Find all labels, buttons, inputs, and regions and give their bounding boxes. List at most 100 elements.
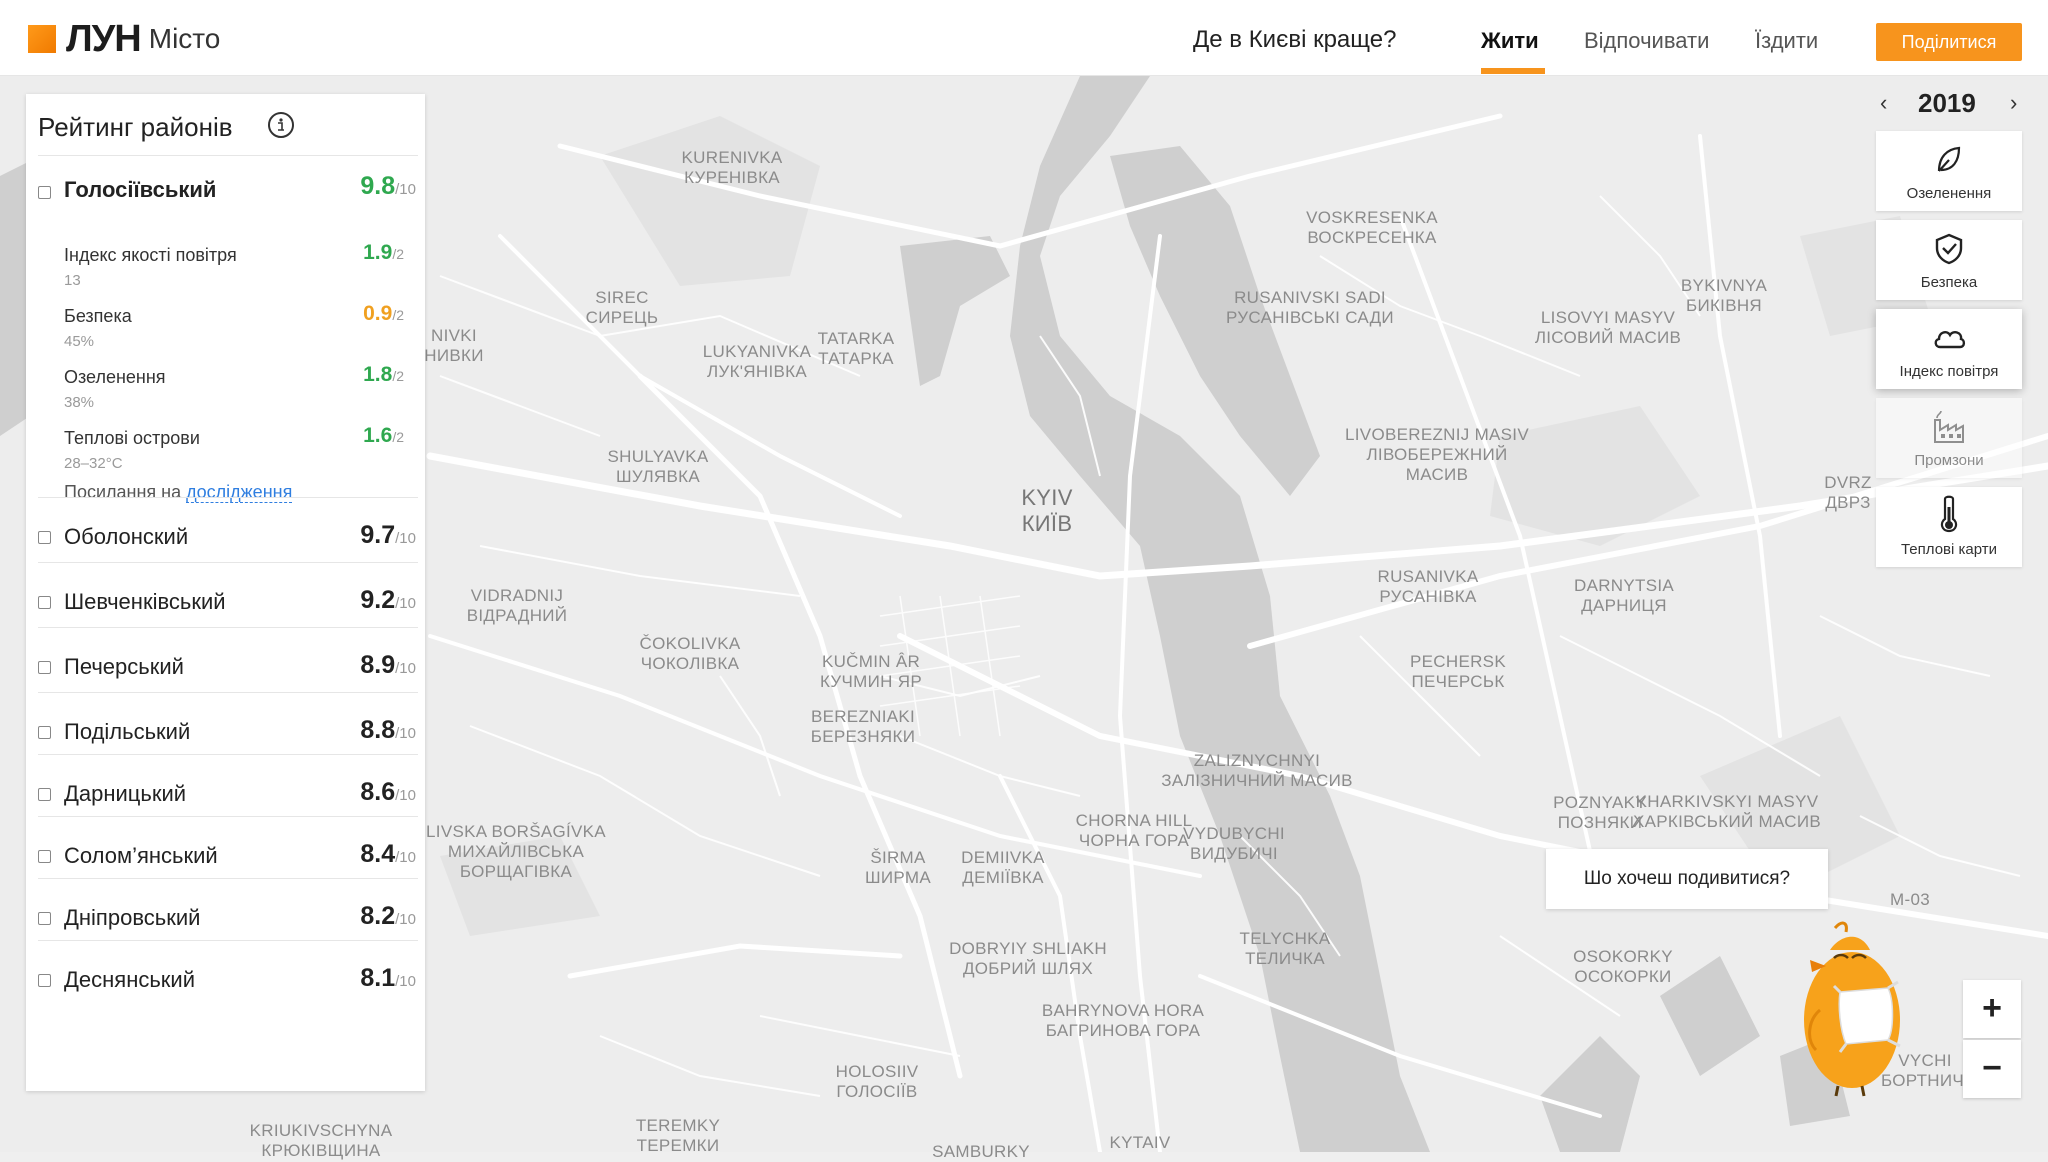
- map-district-label: LUKYANIVKA ЛУК'ЯНІВКА: [703, 342, 812, 382]
- metric-name: Теплові острови: [64, 428, 200, 448]
- metric-name: Індекс якості повітря: [64, 245, 237, 265]
- layer-greenery-button[interactable]: Озеленення: [1876, 131, 2022, 211]
- tab-relax[interactable]: Відпочивати: [1584, 28, 1709, 54]
- district-row[interactable]: Деснянський 8.1/10: [38, 964, 418, 1004]
- map-label-line: KYTAIV: [1109, 1133, 1171, 1152]
- map-label-line: VOSKRESENKA: [1306, 208, 1438, 227]
- research-link[interactable]: дослідження: [186, 482, 293, 503]
- map-district-label: KUČMIN ÂR КУЧМИН ЯР: [820, 652, 922, 692]
- map-label-line: KHARKIVSKYI MASYV: [1635, 792, 1819, 811]
- district-checkbox[interactable]: [38, 726, 51, 739]
- share-button[interactable]: Поділитися: [1876, 23, 2022, 61]
- map-label-line: РУСАНІВСЬКІ САДИ: [1226, 308, 1394, 327]
- map-district-label: ŠIRMA ШИРМА: [865, 848, 931, 888]
- map-label-line: ЛУК'ЯНІВКА: [707, 362, 807, 381]
- map-district-label: LISOVYI MASYV ЛІСОВИЙ МАСИВ: [1535, 308, 1681, 348]
- map-label-line: RUSANIVKA: [1377, 567, 1479, 586]
- year-prev-button[interactable]: ‹: [1880, 90, 1887, 116]
- layer-label: Безпека: [1920, 274, 1978, 291]
- map-label-line: НИВКИ: [424, 346, 484, 365]
- tab-live[interactable]: Жити: [1481, 28, 1539, 54]
- map-label-line: ЛІСОВИЙ МАСИВ: [1534, 328, 1682, 347]
- district-checkbox[interactable]: [38, 912, 51, 925]
- factory-icon: [1934, 410, 1964, 443]
- map-label-line: TELYCHKA: [1239, 929, 1331, 948]
- district-checkbox[interactable]: [38, 850, 51, 863]
- map-district-label: BEREZNIAKI БЕРЕЗНЯКИ: [811, 707, 915, 747]
- zoom-in-button[interactable]: +: [1963, 980, 2021, 1038]
- layer-safety-button[interactable]: Безпека: [1876, 220, 2022, 300]
- district-checkbox[interactable]: [38, 788, 51, 801]
- district-checkbox[interactable]: [38, 974, 51, 987]
- map-district-label: DOBRYIY SHLIAKH ДОБРИЙ ШЛЯХ: [949, 939, 1107, 979]
- map-label-line: TEREMKY: [635, 1116, 721, 1135]
- map-district-label: KYTAIV: [1109, 1133, 1170, 1153]
- district-checkbox[interactable]: [38, 531, 51, 544]
- map-district-label: TELYCHKA ТЕЛИЧКА: [1240, 929, 1331, 969]
- metric-row: Теплові острови 28–32°C 1.6/2: [64, 424, 404, 472]
- district-checkbox[interactable]: [38, 186, 51, 199]
- map-label-line: CHORNA HILL: [1075, 811, 1193, 830]
- metric-row: Озеленення 38% 1.8/2: [64, 363, 404, 411]
- map-label-line: МАСИВ: [1405, 465, 1469, 484]
- map-district-label: KHARKIVSKYI MASYV ХАРКІВСЬКИЙ МАСИВ: [1633, 792, 1821, 832]
- map-label-line: LISOVYI MASYV: [1540, 308, 1676, 327]
- map-label-line: ОСОКОРКИ: [1574, 967, 1672, 986]
- map-label-line: OSOKORKY: [1573, 947, 1673, 966]
- district-name: Дніпровський: [64, 905, 201, 930]
- zoom-out-button[interactable]: −: [1963, 1040, 2021, 1098]
- top-header: ЛУН Місто Де в Києві краще? Жити Відпочи…: [0, 0, 2048, 76]
- layer-heatmap-button[interactable]: Теплові карти: [1876, 487, 2022, 567]
- district-score: 8.1/10: [360, 964, 416, 992]
- map-label-line: СИРЕЦЬ: [585, 308, 659, 327]
- district-name: Оболонский: [64, 524, 189, 549]
- district-checkbox[interactable]: [38, 596, 51, 609]
- metric-name: Безпека: [64, 306, 132, 326]
- district-row[interactable]: Шевченківський 9.2/10: [38, 586, 418, 626]
- divider: [38, 754, 418, 755]
- map-label-line: DVRZ: [1824, 473, 1872, 492]
- map-label-line: КИЇВ: [1021, 511, 1073, 536]
- thermometer-icon: [1940, 495, 1958, 533]
- metric-row: Безпека 45% 0.9/2: [64, 302, 404, 350]
- bird-mascot-icon[interactable]: [1790, 910, 1940, 1100]
- map-label-line: SAMBURKY: [932, 1142, 1030, 1161]
- map-district-label: TEREMKY ТЕРЕМКИ: [636, 1116, 720, 1156]
- layer-air-index-button[interactable]: Індекс повітря: [1876, 309, 2022, 389]
- district-row[interactable]: Солом’янський 8.4/10: [38, 840, 418, 880]
- map-label-line: ТЕРЕМКИ: [636, 1136, 720, 1155]
- map-district-label: SIREC СИРЕЦЬ: [586, 288, 659, 328]
- map-label-line: TATARKA: [817, 329, 895, 348]
- district-row[interactable]: Подільський 8.8/10: [38, 716, 418, 756]
- district-checkbox[interactable]: [38, 661, 51, 674]
- district-row-expanded[interactable]: Голосіївський 9.8/10: [38, 172, 418, 216]
- map-district-label: HOLOSIIV ГОЛОСІЇВ: [836, 1062, 919, 1102]
- year-value: 2019: [1918, 88, 1976, 118]
- year-next-button[interactable]: ›: [2010, 90, 2017, 116]
- map-label-line: BAHRYNOVA HORA: [1041, 1001, 1205, 1020]
- district-row[interactable]: Оболонский 9.7/10: [38, 521, 418, 561]
- map-label-line: NIVKI: [431, 326, 477, 345]
- district-score: 8.4/10: [360, 840, 416, 868]
- header-question: Де в Києві краще?: [1193, 26, 1397, 53]
- info-icon[interactable]: [268, 112, 294, 138]
- tab-commute[interactable]: Їздити: [1755, 28, 1818, 54]
- district-row[interactable]: Дарницький 8.6/10: [38, 778, 418, 818]
- map-district-label: VYDUBYCHI ВИДУБИЧІ: [1183, 824, 1285, 864]
- map-label-line: ХАРКІВСЬКИЙ МАСИВ: [1633, 812, 1821, 831]
- district-name: Печерський: [64, 654, 184, 679]
- district-row[interactable]: Печерський 8.9/10: [38, 651, 418, 691]
- map-district-label: ZALIZNYCHNYI ЗАЛІЗНИЧНИЙ МАСИВ: [1161, 751, 1352, 791]
- layer-label: Теплові карти: [1900, 541, 1997, 558]
- map-label-line: SIREC: [595, 288, 649, 307]
- map-label-line: ШУЛЯВКА: [616, 467, 700, 486]
- metric-score: 1.6/2: [363, 424, 404, 447]
- logo[interactable]: ЛУН Місто: [28, 18, 220, 60]
- map-label-line: ZALIZNYCHNYI: [1193, 751, 1321, 770]
- mascot-tooltip[interactable]: Шо хочеш подивитися?: [1546, 849, 1828, 909]
- map-label-line: KRIUKIVSCHYNA: [249, 1121, 393, 1140]
- map-district-label: CHORNA HILL ЧОРНА ГОРА: [1076, 811, 1193, 851]
- district-row[interactable]: Дніпровський 8.2/10: [38, 902, 418, 942]
- layer-industrial-button[interactable]: Промзони: [1876, 398, 2022, 478]
- district-score: 9.2/10: [360, 586, 416, 614]
